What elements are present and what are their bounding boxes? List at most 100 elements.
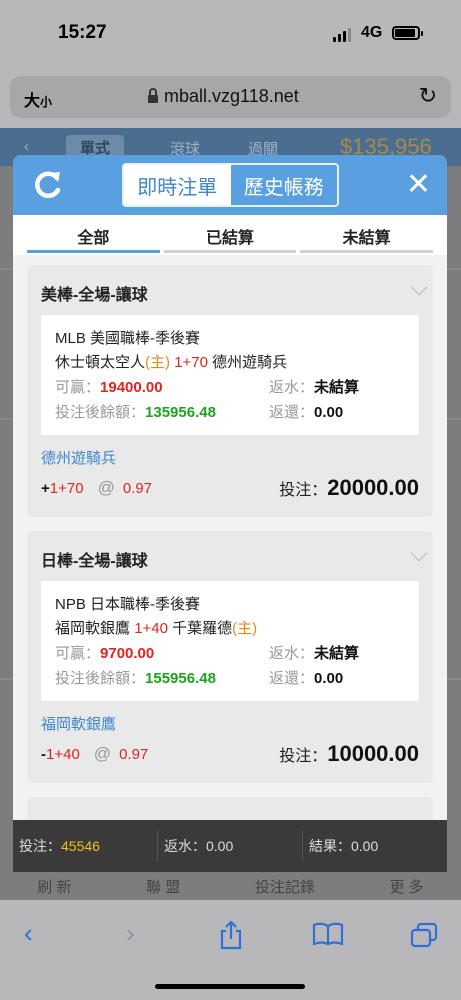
nav-league[interactable]: 聯 盟	[146, 876, 180, 897]
picked-line: +1+70	[41, 480, 84, 497]
stake-value: 20000.00	[327, 475, 419, 500]
balance-label: 投注後餘額：	[55, 404, 146, 421]
reload-icon[interactable]: ↻	[419, 83, 437, 109]
nav-refresh[interactable]: 刷 新	[37, 876, 71, 897]
stake: 投注：20000.00	[279, 475, 419, 501]
summary-bar: 投注： 45546 返水： 0.00 結果： 0.00	[13, 820, 447, 872]
tab-history[interactable]: 歷史帳務	[231, 165, 338, 205]
away-tag: (主)	[232, 620, 258, 637]
rebate-value: 未結算	[314, 379, 360, 396]
text-size-large: 大	[24, 93, 41, 110]
home-team: 福岡軟銀鷹	[55, 620, 131, 637]
handicap-line: 1+40	[134, 620, 168, 637]
rebate-label: 返水：	[269, 645, 315, 662]
filter-unsettled[interactable]: 未結算	[298, 215, 435, 255]
bet-line: -1+40 @ 0.97 投注：10000.00	[41, 737, 419, 771]
status-time: 15:27	[58, 22, 107, 43]
refresh-icon[interactable]	[33, 168, 63, 200]
bottom-nav: 刷 新 聯 盟 投注記錄 更 多	[0, 872, 461, 900]
summary-rebate-label: 返水：	[164, 838, 206, 854]
filter-all[interactable]: 全部	[25, 215, 162, 255]
url-display[interactable]: mball.vzg118.net	[148, 86, 299, 107]
refund-label: 返還：	[269, 670, 315, 687]
rebate-label: 返水：	[269, 379, 315, 396]
bet-detail: MLB 美國職棒-季後賽 休士頓太空人(主) 1+70 德州遊騎兵 可贏：194…	[41, 315, 419, 435]
refund-value: 0.00	[314, 670, 344, 687]
balance-refund-row: 投注後餘額：155956.48 返還：0.00	[55, 666, 405, 691]
handicap-line: 1+70	[174, 354, 208, 371]
modal-tabs: 即時注單 歷史帳務	[122, 163, 339, 207]
at-symbol: @	[93, 744, 112, 763]
bet-card[interactable]: 美棒-全場-讓球 MLB 美國職棒-季後賽 休士頓太空人(主) 1+70 德州遊…	[27, 265, 433, 517]
modal-header: 即時注單 歷史帳務 ✕	[13, 155, 447, 215]
balance-label: 投注後餘額：	[55, 670, 146, 687]
bet-line: +1+70 @ 0.97 投注：20000.00	[41, 471, 419, 505]
bet-detail: NPB 日本職棒-季後賽 福岡軟銀鷹 1+40 千葉羅德(主) 可贏：9700.…	[41, 581, 419, 701]
win-label: 可贏：	[55, 379, 101, 396]
rebate-value: 未結算	[314, 645, 360, 662]
league-name: NPB 日本職棒-季後賽	[55, 596, 201, 613]
back-chevron-icon: ‹	[24, 138, 29, 155]
win-rebate-row: 可贏：9700.00 返水：未結算	[55, 641, 405, 666]
url-text: mball.vzg118.net	[164, 86, 299, 106]
bet-card[interactable]: 日棒-全場-讓球 NPB 日本職棒-季後賽 福岡軟銀鷹 1+40 千葉羅德(主)…	[27, 531, 433, 783]
tabs-icon[interactable]	[410, 922, 438, 948]
browser-address-row: 大小 mball.vzg118.net ↻	[0, 70, 461, 128]
status-bar: 15:27 4G	[0, 0, 461, 70]
line-value: 1+70	[49, 479, 84, 497]
address-bar[interactable]: 大小 mball.vzg118.net ↻	[10, 76, 451, 118]
odds-value: 0.97	[122, 479, 153, 497]
stake-value: 10000.00	[327, 741, 419, 766]
forward-icon[interactable]: ›	[126, 918, 135, 949]
bet-list: 美棒-全場-讓球 MLB 美國職棒-季後賽 休士頓太空人(主) 1+70 德州遊…	[13, 255, 447, 835]
bet-category: 日棒-全場-讓球	[41, 553, 148, 570]
summary-result: 結果： 0.00	[302, 831, 447, 861]
share-icon[interactable]	[218, 920, 244, 950]
filter-tabs: 全部 已結算 未結算	[13, 215, 447, 255]
balance-value: 135956.48	[145, 404, 216, 421]
at-symbol: @	[97, 478, 115, 497]
close-icon[interactable]: ✕	[406, 167, 431, 202]
stake-label: 投注：	[279, 482, 328, 499]
win-rebate-row: 可贏：19400.00 返水：未結算	[55, 375, 405, 400]
win-value: 19400.00	[100, 379, 163, 396]
summary-result-label: 結果：	[309, 838, 351, 854]
away-team: 千葉羅德	[172, 620, 233, 637]
nav-bet-records[interactable]: 投注記錄	[255, 876, 315, 897]
lock-icon	[148, 87, 158, 103]
matchup: 休士頓太空人(主) 1+70 德州遊騎兵	[55, 351, 405, 375]
network-label: 4G	[361, 24, 383, 41]
summary-rebate: 返水： 0.00	[157, 831, 302, 861]
refund-value: 0.00	[314, 404, 344, 421]
summary-bet-label: 投注：	[19, 838, 61, 854]
line-value: 1+40	[46, 745, 80, 763]
filter-settled[interactable]: 已結算	[162, 215, 299, 255]
back-icon[interactable]: ‹	[24, 918, 33, 949]
bet-category: 美棒-全場-讓球	[41, 287, 148, 304]
balance-value: 155956.48	[145, 670, 216, 687]
bookmarks-icon[interactable]	[312, 922, 344, 946]
odds-value: 0.97	[119, 745, 149, 763]
signal-icon	[333, 28, 351, 42]
picked-line: -1+40	[41, 746, 80, 763]
tab-live-bets[interactable]: 即時注單	[124, 165, 231, 205]
stake: 投注：10000.00	[279, 741, 419, 767]
bet-records-modal: 即時注單 歷史帳務 ✕ 全部 已結算 未結算 美棒-全場-讓球 MLB 美國職棒…	[13, 155, 447, 835]
picked-team: 德州遊騎兵	[41, 450, 117, 467]
stake-label: 投注：	[279, 748, 328, 765]
text-size-small: 小	[40, 95, 53, 109]
summary-rebate-value: 0.00	[206, 838, 234, 854]
win-value: 9700.00	[100, 645, 155, 662]
line-sign: +	[41, 479, 50, 497]
battery-icon	[392, 26, 423, 40]
text-size-button[interactable]: 大小	[24, 87, 52, 111]
home-team: 休士頓太空人	[55, 354, 146, 371]
matchup: 福岡軟銀鷹 1+40 千葉羅德(主)	[55, 617, 405, 641]
home-tag: (主)	[145, 354, 171, 371]
summary-result-value: 0.00	[351, 838, 379, 854]
picked-team: 福岡軟銀鷹	[41, 716, 117, 733]
win-label: 可贏：	[55, 645, 101, 662]
refund-label: 返還：	[269, 404, 315, 421]
league-name: MLB 美國職棒-季後賽	[55, 330, 201, 347]
nav-more[interactable]: 更 多	[389, 876, 423, 897]
